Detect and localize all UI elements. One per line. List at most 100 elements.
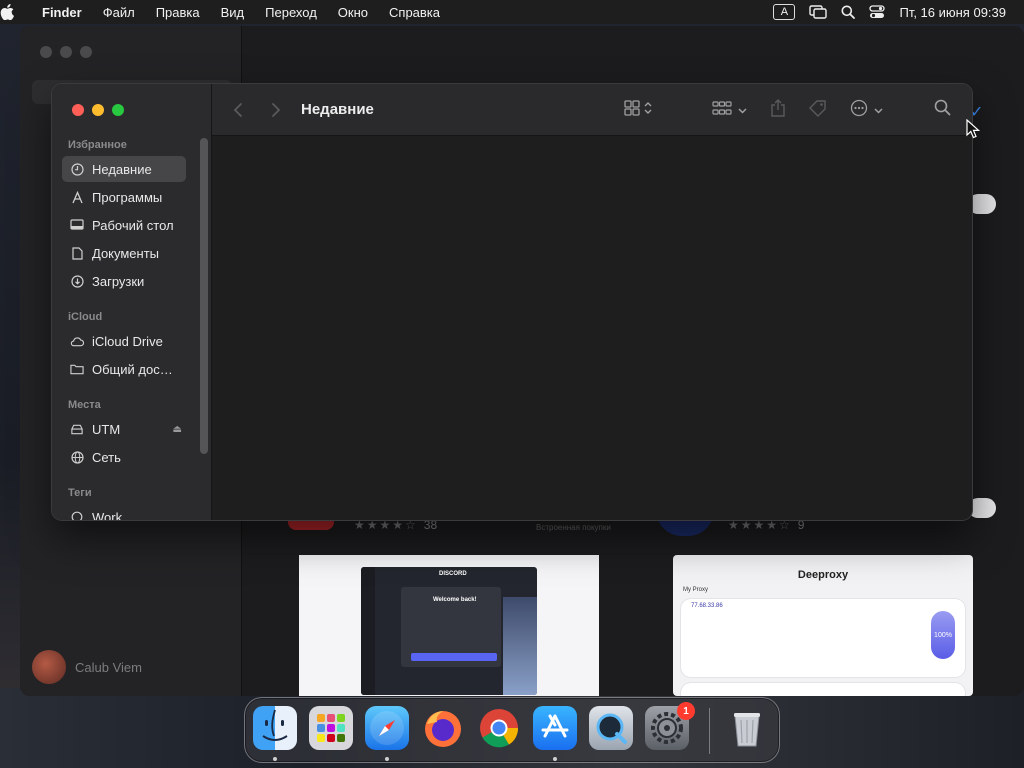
dock: 1: [244, 697, 780, 763]
firefox-icon: [425, 711, 461, 747]
eject-icon[interactable]: ⏏: [173, 424, 182, 435]
cloud-icon: [70, 334, 84, 348]
sidebar-section-locations: Места: [68, 399, 101, 411]
dock-finder[interactable]: [253, 706, 297, 750]
sidebar-item-applications[interactable]: Программы: [62, 184, 186, 210]
get-button-2[interactable]: [968, 498, 996, 518]
stars-icon: ★★★★☆: [354, 518, 418, 532]
forward-button[interactable]: [270, 84, 282, 136]
dock-firefox[interactable]: [421, 706, 465, 750]
minimize-button[interactable]: [92, 104, 104, 116]
tag-icon: [70, 510, 84, 520]
menu-app-name[interactable]: Finder: [42, 5, 82, 20]
window-title: Недавние: [301, 101, 374, 118]
search-button[interactable]: [934, 84, 951, 136]
screen-mirroring-icon[interactable]: [809, 5, 828, 19]
sidebar-item-network[interactable]: Сеть: [62, 444, 186, 470]
share-button[interactable]: [770, 84, 786, 136]
menu-window[interactable]: Окно: [338, 5, 368, 20]
rating-right: ★★★★☆ 9: [728, 518, 804, 532]
screenshot-right[interactable]: Deeproxy My Proxy 77.68.33.86 100%: [673, 555, 973, 696]
sidebar-item-label: iCloud Drive: [92, 333, 163, 349]
dock-app-store[interactable]: [533, 706, 577, 750]
running-indicator: [273, 757, 277, 761]
document-icon: [70, 246, 84, 260]
grid-view-icon: [624, 99, 640, 121]
in-app-purchases-label: Встроенная покупки: [536, 523, 611, 532]
sidebar-item-label: Work: [92, 509, 123, 521]
screenshot-left[interactable]: DISCORD Welcome back!: [299, 555, 599, 696]
discord-welcome: Welcome back!: [433, 597, 477, 603]
sidebar-item-label: Документы: [92, 245, 160, 261]
back-button[interactable]: [232, 84, 244, 136]
dock-launchpad[interactable]: [309, 706, 353, 750]
sidebar-item-label: Загрузки: [92, 273, 145, 289]
sidebar-item-downloads[interactable]: Загрузки: [62, 268, 186, 294]
sidebar-item-shared[interactable]: Общий дос…: [62, 356, 186, 382]
notification-badge: 1: [677, 702, 695, 720]
sidebar-item-label: Программы: [92, 189, 163, 205]
clock-icon: [70, 162, 84, 176]
deeproxy-label: My Proxy: [683, 587, 709, 593]
menu-help[interactable]: Справка: [389, 5, 440, 20]
apple-menu-icon[interactable]: [0, 4, 42, 20]
app-store-icon: [541, 714, 569, 738]
sidebar-item-recents[interactable]: Недавние: [62, 156, 186, 182]
compass-icon: [370, 711, 404, 745]
proxy-card: [681, 599, 965, 677]
proxy-card-2: [681, 683, 965, 696]
network-icon: [70, 450, 84, 464]
mouse-cursor-icon: [966, 118, 981, 144]
chrome-icon: [480, 709, 519, 748]
appstore-account[interactable]: Calub Viem: [32, 650, 142, 684]
window-controls: [72, 104, 124, 116]
menu-clock[interactable]: Пт, 16 июня 09:39: [899, 5, 1006, 20]
desktop-icon: [70, 218, 84, 232]
zoom-button[interactable]: [112, 104, 124, 116]
sidebar-scrollbar[interactable]: [200, 138, 208, 454]
tag-button[interactable]: [808, 84, 828, 136]
get-button[interactable]: [968, 194, 996, 214]
sidebar-item-tag-work[interactable]: Work: [62, 504, 186, 520]
input-source-icon[interactable]: A: [773, 4, 796, 20]
sidebar-item-utm[interactable]: UTM ⏏: [62, 416, 186, 442]
dock-chrome[interactable]: [477, 706, 521, 750]
dock-quicktime[interactable]: [589, 706, 633, 750]
running-indicator: [553, 757, 557, 761]
chevron-down-icon: [738, 101, 747, 119]
dock-separator: [709, 708, 710, 754]
spotlight-search-icon[interactable]: [841, 5, 856, 19]
rating-count-left: 38: [423, 518, 438, 532]
launchpad-grid-icon: [317, 714, 345, 742]
group-button[interactable]: [712, 84, 747, 136]
sidebar-item-desktop[interactable]: Рабочий стол: [62, 212, 186, 238]
download-icon: [70, 274, 84, 288]
menu-edit[interactable]: Правка: [156, 5, 200, 20]
dock-trash[interactable]: [725, 706, 769, 750]
rating-left: ★★★★☆ 38: [354, 518, 437, 532]
menu-go[interactable]: Переход: [265, 5, 317, 20]
proxy-percent: 100%: [931, 611, 955, 659]
avatar: [32, 650, 66, 684]
menu-file[interactable]: Файл: [103, 5, 135, 20]
ellipsis-circle-icon: [850, 99, 868, 122]
search-icon: [934, 99, 951, 121]
dock-safari[interactable]: [365, 706, 409, 750]
view-mode-button[interactable]: [624, 84, 652, 136]
finder-window: Избранное Недавние Программы Рабочий сто…: [52, 84, 972, 520]
sidebar-item-documents[interactable]: Документы: [62, 240, 186, 266]
finder-content-area[interactable]: [212, 137, 972, 520]
deeproxy-title: Deeproxy: [797, 569, 849, 581]
sidebar-item-label: Сеть: [92, 449, 121, 465]
rating-count-right: 9: [797, 518, 805, 532]
menu-view[interactable]: Вид: [221, 5, 245, 20]
control-center-icon[interactable]: [869, 5, 886, 19]
sidebar-item-label: Общий дос…: [92, 361, 173, 377]
account-name: Calub Viem: [75, 659, 142, 675]
discord-brand: DISCORD: [439, 571, 467, 577]
sidebar-item-icloud-drive[interactable]: iCloud Drive: [62, 328, 186, 354]
sidebar-item-label: Недавние: [92, 161, 152, 177]
appstore-window-controls: [40, 46, 92, 58]
close-button[interactable]: [72, 104, 84, 116]
action-menu-button[interactable]: [850, 84, 883, 136]
